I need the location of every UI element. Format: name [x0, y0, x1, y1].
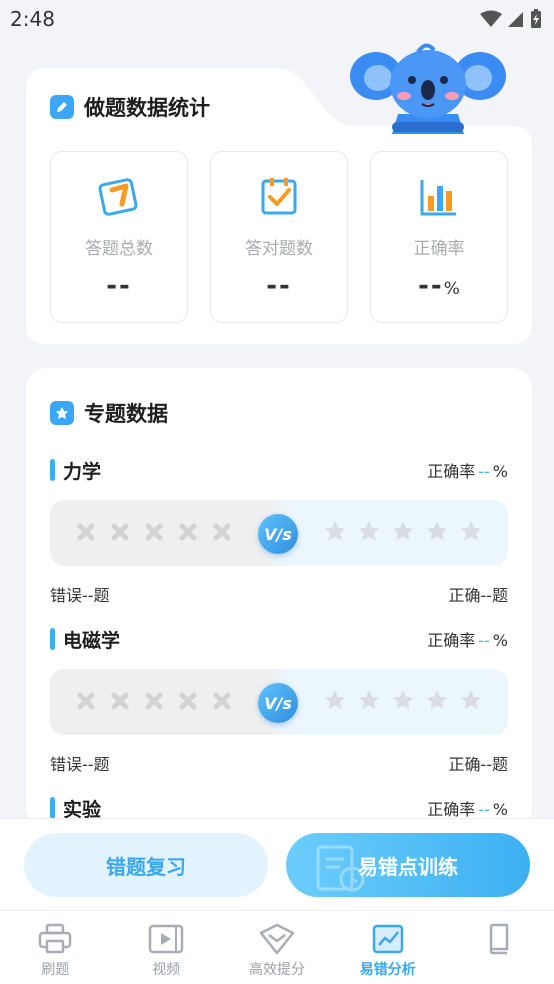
stats-title-text: 做题数据统计	[84, 96, 210, 120]
vs-badge: V/s	[258, 514, 298, 554]
topic-name: 电磁学	[50, 626, 120, 653]
stat-total-answers: 答题总数 --	[50, 151, 188, 323]
tab-error-analysis[interactable]: 易错分析	[332, 911, 443, 984]
topic-card: 专题数据 力学 正确率 --% V/s 错误--题 正确--题 电磁学 正确率 …	[26, 368, 532, 828]
correct-count: 正确--题	[448, 755, 508, 774]
bar-chart-icon	[418, 176, 460, 218]
stat-label: 答题总数	[85, 239, 153, 259]
pencil-box-icon	[96, 176, 142, 218]
correct-count: 正确--题	[448, 586, 508, 605]
wrong-marks	[76, 691, 246, 713]
tab-video[interactable]: 视频	[111, 911, 222, 984]
stat-label: 答对题数	[245, 239, 313, 259]
topic-item-electromagnetism[interactable]: 电磁学 正确率 --% V/s 错误--题 正确--题	[50, 625, 508, 775]
correct-marks	[324, 520, 484, 544]
bottom-tab-bar: 刷题 视频 高效提分 易错分析	[0, 910, 554, 984]
stat-value: --	[266, 271, 292, 301]
topic-vs-track: V/s	[50, 500, 508, 566]
status-time: 2:48	[10, 7, 55, 31]
tab-label: 易错分析	[359, 962, 416, 978]
star-icons	[325, 521, 481, 540]
stats-title: 做题数据统计	[50, 92, 210, 122]
checkbox-icon	[258, 176, 300, 218]
cross-icons	[77, 523, 231, 541]
error-training-button[interactable]: 易错点训练	[286, 833, 530, 897]
tab-label: 视频	[152, 962, 181, 978]
koala-mascot-icon	[350, 43, 506, 134]
wrong-count: 错误--题	[50, 586, 110, 605]
star-icons	[325, 690, 481, 709]
wrong-marks	[76, 522, 246, 544]
topic-accuracy: 正确率 --%	[427, 800, 508, 819]
star-tag-icon	[50, 401, 74, 425]
action-bar: 错题复习 易错点训练	[0, 818, 554, 910]
topic-name: 力学	[50, 457, 101, 484]
stat-value: --%	[418, 271, 460, 301]
topic-accuracy: 正确率 --%	[427, 462, 508, 481]
topic-item-mechanics[interactable]: 力学 正确率 --% V/s 错误--题 正确--题	[50, 456, 508, 606]
topic-title: 专题数据	[50, 398, 168, 428]
topic-marker	[50, 459, 55, 481]
wrong-count: 错误--题	[50, 755, 110, 774]
topic-marker	[50, 628, 55, 650]
printer-icon	[39, 923, 72, 954]
signal-icon	[508, 12, 523, 27]
wrong-review-button[interactable]: 错题复习	[24, 833, 268, 897]
status-bar: 2:48	[0, 0, 554, 38]
tab-boost[interactable]: 高效提分	[222, 911, 333, 984]
chevron-shield-icon	[259, 923, 295, 955]
topic-title-text: 专题数据	[84, 402, 168, 426]
wifi-icon	[480, 10, 502, 27]
video-icon	[148, 924, 184, 954]
battery-icon	[531, 9, 541, 28]
cross-icons	[77, 692, 231, 710]
tab-more[interactable]	[443, 911, 554, 984]
topic-accuracy: 正确率 --%	[427, 631, 508, 650]
stat-correct-answers: 答对题数 --	[210, 151, 348, 323]
stat-accuracy: 正确率 --%	[370, 151, 508, 323]
stat-label: 正确率	[413, 239, 465, 259]
tab-practice[interactable]: 刷题	[0, 911, 111, 984]
topic-marker	[50, 797, 55, 819]
pencil-tag-icon	[50, 95, 74, 119]
tab-label: 刷题	[41, 962, 70, 978]
system-icons	[480, 9, 542, 29]
stat-value: --	[106, 271, 132, 301]
trend-chart-icon	[372, 924, 404, 954]
book-icon	[489, 923, 508, 955]
vs-badge: V/s	[258, 683, 298, 723]
correct-marks	[324, 689, 484, 713]
topic-vs-track: V/s	[50, 669, 508, 735]
tab-label: 高效提分	[248, 962, 305, 978]
error-training-label: 易错点训练	[358, 854, 458, 879]
